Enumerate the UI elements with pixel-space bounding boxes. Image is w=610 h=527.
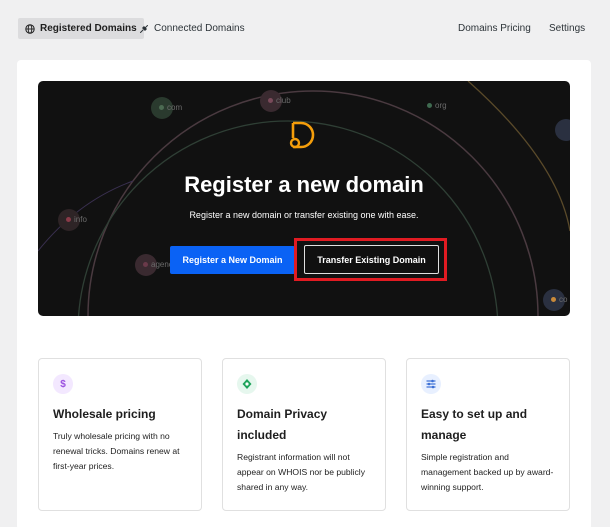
tld-com: com [159,103,182,112]
shield-icon [237,374,257,394]
hero-title: Register a new domain [184,172,424,197]
feature-card-privacy: Domain Privacy included Registrant infor… [222,358,386,511]
hero-banner: com club org info agency co Register a n… [38,81,570,316]
dollar-icon: $ [53,374,73,394]
feature-title: Wholesale pricing [53,407,156,421]
settings-link[interactable]: Settings [549,18,585,39]
register-domain-button[interactable]: Register a New Domain [170,246,295,274]
feature-description: Truly wholesale pricing with no renewal … [53,431,180,471]
tab-label: Connected Domains [154,23,245,34]
tld-club: club [268,96,291,105]
feature-title: Domain Privacy included [237,407,328,442]
brand-logo-icon [289,121,315,149]
feature-description: Registrant information will not appear o… [237,452,366,492]
tab-label: Registered Domains [40,23,137,34]
plug-icon [140,24,148,33]
feature-card-setup: Easy to set up and manage Simple registr… [406,358,570,511]
tld-org: org [427,101,447,110]
tld-co: co [551,295,567,304]
feature-card-wholesale: $ Wholesale pricing Truly wholesale pric… [38,358,202,511]
main-panel: com club org info agency co Register a n… [17,60,591,527]
top-navigation: Registered Domains Connected Domains Dom… [0,0,610,56]
domains-pricing-link[interactable]: Domains Pricing [458,18,531,39]
tld-halo [555,119,570,141]
highlight-box [294,238,447,281]
tab-registered-domains[interactable]: Registered Domains [18,18,144,39]
sliders-icon [421,374,441,394]
feature-description: Simple registration and management backe… [421,452,554,492]
hero-subtitle: Register a new domain or transfer existi… [189,210,419,220]
tab-connected-domains[interactable]: Connected Domains [139,18,245,39]
globe-icon [25,23,35,34]
feature-title: Easy to set up and manage [421,407,528,442]
